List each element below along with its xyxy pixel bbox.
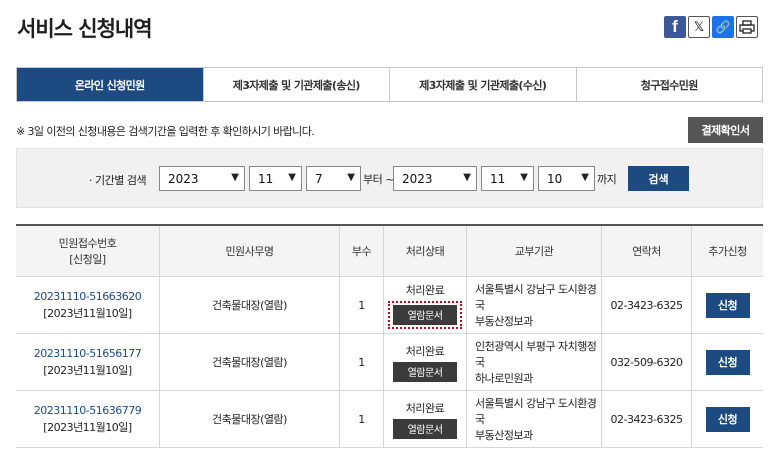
facebook-share-icon[interactable]: f: [664, 16, 686, 38]
chevron-down-icon: ▼: [581, 172, 589, 183]
agency-line-1: 서울특별시 강남구 도시환경국: [475, 397, 597, 426]
agency-line-2: 하나로민원과: [475, 372, 533, 385]
header-extra: 추가신청: [691, 226, 763, 276]
contact: 02-3423-6325: [601, 277, 691, 333]
tab-bar: 온라인 신청민원 제3자제출 및 기관제출(송신) 제3자제출 및 기관제출(수…: [16, 67, 763, 102]
view-document-button[interactable]: 열람문서: [393, 361, 457, 382]
page-title: 서비스 신청내역: [17, 17, 153, 41]
search-notice: ※ 3일 이전의 신청내용은 검색기간을 입력한 후 확인하시기 바랍니다.: [16, 125, 315, 138]
to-day-value: 10: [547, 171, 563, 186]
header-status: 처리상태: [383, 226, 466, 276]
from-year-select[interactable]: 2023 ▼: [159, 166, 245, 191]
copies: 1: [339, 391, 383, 447]
header-contact: 연락처: [601, 226, 691, 276]
table-header-row: 민원접수번호 [신청일] 민원사무명 부수 처리상태 교부기관 연락처 추가신청: [16, 226, 763, 277]
service-name: 건축물대장(열람): [159, 277, 339, 333]
status-cell: 처리완료 열람문서: [383, 391, 466, 447]
x-share-icon[interactable]: 𝕏: [688, 16, 710, 38]
copies: 1: [339, 277, 383, 333]
search-panel: · 기간별 검색 2023 ▼ 11 ▼ 7 ▼ 부터 ~ 2023 ▼ 11 …: [16, 148, 763, 208]
table-row: 20231110-51656177 [2023년11월10일] 건축물대장(열람…: [16, 334, 763, 391]
printer-glyph: [739, 20, 755, 34]
chevron-down-icon: ▼: [347, 172, 355, 183]
period-search-label: · 기간별 검색: [89, 174, 147, 187]
header-req-date-label: [신청일]: [69, 253, 106, 266]
from-day-select[interactable]: 7 ▼: [306, 166, 361, 191]
print-icon[interactable]: [736, 16, 758, 38]
agency-cell: 서울특별시 강남구 도시환경국 부동산정보과: [466, 391, 601, 447]
to-year-value: 2023: [402, 171, 433, 186]
contact: 032-509-6320: [601, 334, 691, 390]
agency-line-2: 부동산정보과: [475, 315, 533, 328]
header-req-no: 민원접수번호 [신청일]: [16, 226, 159, 276]
tab-claim-requests[interactable]: 청구접수민원: [575, 68, 762, 101]
header-agency: 교부기관: [466, 226, 601, 276]
agency-cell: 서울특별시 강남구 도시환경국 부동산정보과: [466, 277, 601, 333]
from-day-value: 7: [315, 171, 323, 186]
header-copies: 부수: [339, 226, 383, 276]
chevron-down-icon: ▼: [463, 172, 471, 183]
req-no-link[interactable]: 20231110-51663620: [34, 290, 142, 303]
req-no-link[interactable]: 20231110-51656177: [34, 347, 142, 360]
from-month-value: 11: [258, 171, 274, 186]
table-row: 20231110-51663620 [2023년11월10일] 건축물대장(열람…: [16, 277, 763, 334]
search-button[interactable]: 검색: [628, 166, 689, 191]
chevron-down-icon: ▼: [231, 172, 239, 183]
req-no-cell: 20231110-51663620 [2023년11월10일]: [16, 277, 159, 333]
to-suffix-text: 까지: [597, 173, 617, 186]
to-month-select[interactable]: 11 ▼: [481, 166, 534, 191]
extra-cell: 신청: [691, 391, 763, 447]
tab-online-request[interactable]: 온라인 신청민원: [17, 68, 203, 101]
agency-line-1: 서울특별시 강남구 도시환경국: [475, 283, 597, 312]
req-no-cell: 20231110-51636779 [2023년11월10일]: [16, 391, 159, 447]
to-day-select[interactable]: 10 ▼: [538, 166, 595, 191]
header-name: 민원사무명: [159, 226, 339, 276]
status-text: 처리완료: [405, 401, 445, 415]
to-month-value: 11: [490, 171, 506, 186]
req-no-link[interactable]: 20231110-51636779: [34, 404, 142, 417]
agency-line-2: 부동산정보과: [475, 429, 533, 442]
request-table: 민원접수번호 [신청일] 민원사무명 부수 처리상태 교부기관 연락처 추가신청…: [16, 224, 763, 448]
chevron-down-icon: ▼: [288, 172, 296, 183]
req-no-cell: 20231110-51656177 [2023년11월10일]: [16, 334, 159, 390]
contact: 02-3423-6325: [601, 391, 691, 447]
tab-third-party-sent[interactable]: 제3자제출 및 기관제출(송신): [202, 68, 389, 101]
apply-button[interactable]: 신청: [705, 406, 750, 432]
from-year-value: 2023: [168, 171, 199, 186]
service-name: 건축물대장(열람): [159, 391, 339, 447]
status-text: 처리완료: [405, 283, 445, 297]
req-date: [2023년11월10일]: [43, 420, 132, 434]
tab-third-party-received[interactable]: 제3자제출 및 기관제출(수신): [389, 68, 576, 101]
header-req-no-label: 민원접수번호: [58, 237, 117, 250]
status-text: 처리완료: [405, 344, 445, 358]
chevron-down-icon: ▼: [520, 172, 528, 183]
share-bar: f 𝕏 🔗: [664, 16, 758, 38]
payment-confirmation-button[interactable]: 결제확인서: [688, 117, 763, 143]
view-document-button[interactable]: 열람문서: [393, 304, 457, 325]
table-row: 20231110-51636779 [2023년11월10일] 건축물대장(열람…: [16, 391, 763, 448]
extra-cell: 신청: [691, 277, 763, 333]
req-date: [2023년11월10일]: [43, 363, 132, 377]
req-date: [2023년11월10일]: [43, 306, 132, 320]
highlight-box: 열람문서: [388, 300, 462, 329]
status-cell: 처리완료 열람문서: [383, 277, 466, 333]
extra-cell: 신청: [691, 334, 763, 390]
agency-cell: 인천광역시 부평구 자치행정국 하나로민원과: [466, 334, 601, 390]
link-copy-icon[interactable]: 🔗: [712, 16, 734, 38]
agency-line-1: 인천광역시 부평구 자치행정국: [475, 340, 597, 369]
from-month-select[interactable]: 11 ▼: [249, 166, 302, 191]
to-year-select[interactable]: 2023 ▼: [393, 166, 477, 191]
status-cell: 처리완료 열람문서: [383, 334, 466, 390]
view-document-button[interactable]: 열람문서: [393, 418, 457, 439]
service-name: 건축물대장(열람): [159, 334, 339, 390]
apply-button[interactable]: 신청: [705, 349, 750, 375]
apply-button[interactable]: 신청: [705, 292, 750, 318]
from-suffix-text: 부터 ~: [363, 173, 394, 186]
copies: 1: [339, 334, 383, 390]
